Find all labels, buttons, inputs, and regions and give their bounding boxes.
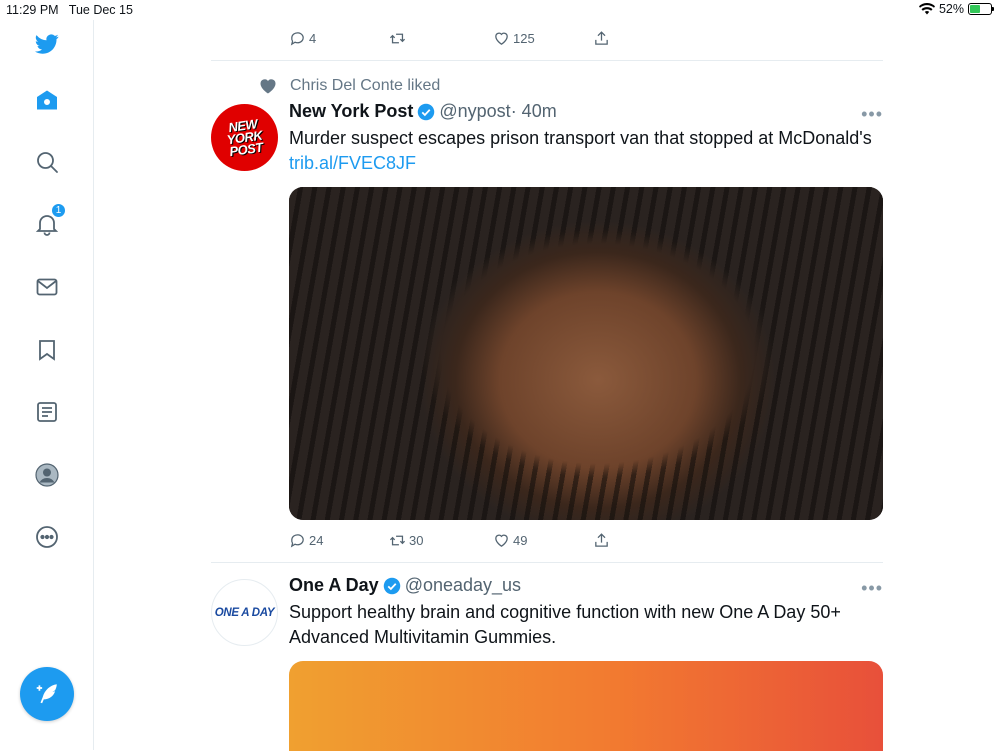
ad-media[interactable] xyxy=(289,661,883,751)
more-options-icon[interactable]: ••• xyxy=(861,578,883,599)
author-handle[interactable]: @nypost xyxy=(439,101,510,122)
list-icon[interactable] xyxy=(33,398,61,426)
like-button[interactable]: 125 xyxy=(493,30,535,47)
avatar[interactable]: NEW YORK POST xyxy=(211,104,278,171)
bookmark-icon[interactable] xyxy=(33,336,61,364)
reply-icon xyxy=(290,534,304,548)
more-circle-icon[interactable] xyxy=(33,523,61,551)
tweet-header: New York Post @nypost · 40m xyxy=(289,101,557,122)
author-name[interactable]: One A Day xyxy=(289,575,379,596)
retweet-icon xyxy=(389,33,406,44)
social-context: Chris Del Conte liked xyxy=(258,76,440,96)
mugshot-image xyxy=(289,187,883,520)
tweet-time[interactable]: · 40m xyxy=(511,101,557,122)
tweet-header: One A Day @oneaday_us xyxy=(289,575,521,596)
profile-icon[interactable] xyxy=(33,461,61,489)
tweet-link[interactable]: trib.al/FVEC8JF xyxy=(289,153,416,173)
retweet-button[interactable] xyxy=(389,30,409,47)
divider xyxy=(211,562,883,563)
timeline-feed: 4 125 Chris Del Conte liked NEW YORK POS… xyxy=(211,20,883,751)
compose-tweet-icon xyxy=(36,684,57,704)
more-options-icon[interactable]: ••• xyxy=(861,104,883,125)
reply-icon xyxy=(290,32,304,46)
home-icon[interactable] xyxy=(33,86,61,114)
bell-icon[interactable]: 1 xyxy=(33,203,66,238)
divider xyxy=(211,60,883,61)
verified-badge-icon xyxy=(418,103,435,120)
ad-image xyxy=(289,661,883,751)
tweet-actions: 24 30 49 xyxy=(289,532,619,552)
share-icon xyxy=(595,31,608,45)
retweet-button[interactable]: 30 xyxy=(389,532,423,549)
twitter-bird-icon[interactable] xyxy=(33,30,61,58)
compose-tweet-button[interactable] xyxy=(20,667,74,721)
status-right: 52% xyxy=(918,2,994,16)
share-button[interactable] xyxy=(593,30,610,47)
sidebar-nav: 1 xyxy=(0,20,94,750)
reply-count: 24 xyxy=(309,533,324,548)
avatar-logo-text: NEW YORK POST xyxy=(225,115,264,159)
avatar-logo-text: ONE A DAY xyxy=(214,606,275,619)
reply-button[interactable]: 24 xyxy=(289,532,323,549)
heart-icon xyxy=(495,534,508,547)
wifi-icon xyxy=(918,3,935,15)
like-count: 125 xyxy=(513,31,535,46)
share-button[interactable] xyxy=(593,532,610,549)
share-icon xyxy=(595,533,608,547)
battery-icon xyxy=(968,3,994,15)
status-time: 11:29 PM Tue Dec 15 xyxy=(6,3,133,17)
author-name[interactable]: New York Post xyxy=(289,101,413,122)
status-bar: 11:29 PM Tue Dec 15 52% xyxy=(0,0,1000,20)
tweet-photo[interactable] xyxy=(289,187,883,520)
verified-badge-icon xyxy=(383,577,400,594)
tweet-text: Murder suspect escapes prison transport … xyxy=(289,128,872,173)
author-handle[interactable]: @oneaday_us xyxy=(405,575,521,596)
tweet-text: Support healthy brain and cognitive func… xyxy=(289,602,841,647)
retweet-count: 30 xyxy=(409,533,424,548)
mail-icon[interactable] xyxy=(33,273,61,301)
search-icon[interactable] xyxy=(33,148,61,176)
heart-icon xyxy=(495,32,508,45)
avatar[interactable]: ONE A DAY xyxy=(211,579,278,646)
retweet-icon xyxy=(389,535,406,546)
like-button[interactable]: 49 xyxy=(493,532,527,549)
notification-badge: 1 xyxy=(51,203,66,218)
prev-tweet-actions: 4 125 xyxy=(289,30,619,50)
reply-button[interactable]: 4 xyxy=(289,30,316,47)
heart-filled-icon xyxy=(260,79,276,94)
battery-percent: 52% xyxy=(938,2,964,16)
reply-count: 4 xyxy=(309,31,317,46)
like-count: 49 xyxy=(513,533,528,548)
